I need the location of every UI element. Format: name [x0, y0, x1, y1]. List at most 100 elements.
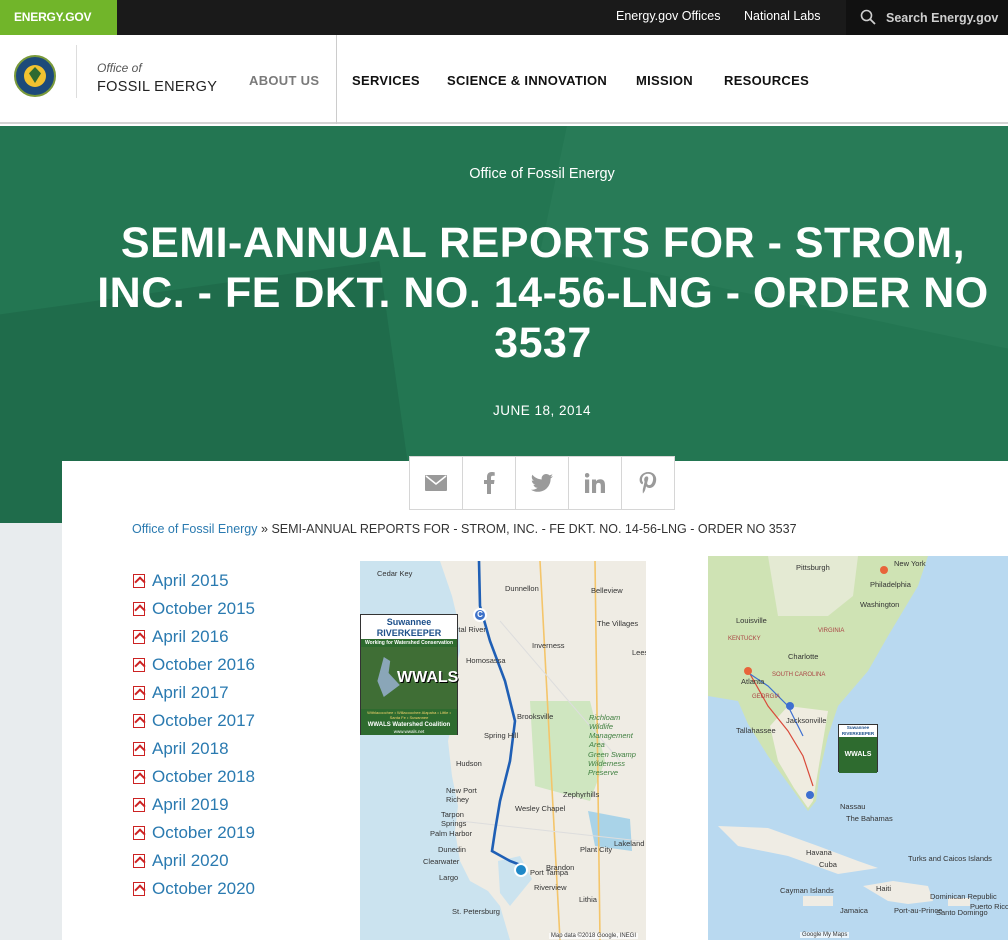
map-label: Louisville: [736, 616, 767, 625]
search-icon: [860, 9, 876, 25]
map-label: Lakeland: [614, 839, 645, 848]
share-twitter-button[interactable]: [516, 457, 569, 509]
map-label: Charlotte: [788, 652, 819, 661]
route-start-marker[interactable]: C: [473, 608, 487, 622]
regional-map[interactable]: Pittsburgh New York Philadelphia Washing…: [708, 556, 1008, 940]
wwals-rivers: Withlacoochee • Willacoochee Alapaha • L…: [361, 709, 457, 721]
pdf-icon: [133, 714, 145, 728]
nav-science-innovation[interactable]: SCIENCE & INNOVATION: [447, 73, 607, 88]
breadcrumb-home-link[interactable]: Office of Fossil Energy: [132, 522, 258, 536]
share-email-button[interactable]: [410, 457, 463, 509]
map-label: Clearwater: [423, 857, 460, 866]
report-link[interactable]: April 2019: [152, 795, 229, 815]
report-link[interactable]: April 2017: [152, 683, 229, 703]
wwals-wordmark: WWALS: [839, 737, 877, 773]
suwannee-riverkeeper-logo: Suwannee RIVERKEEPER WWALS: [838, 724, 878, 773]
wwals-url: www.wwals.net: [361, 729, 457, 735]
list-item: April 2015: [133, 567, 255, 595]
national-labs-link[interactable]: National Labs: [744, 0, 820, 35]
map-label: Inverness: [532, 641, 565, 650]
report-link[interactable]: October 2015: [152, 599, 255, 619]
map-label: GEORGIA: [752, 694, 781, 700]
list-item: October 2015: [133, 595, 255, 623]
nav-divider: [336, 35, 337, 124]
map-label: The Bahamas: [846, 814, 893, 823]
energy-gov-home-link[interactable]: ENERGY.GOV: [0, 0, 117, 35]
map-label: Palm Harbor: [430, 829, 473, 838]
map-label: St. Petersburg: [452, 907, 500, 916]
pdf-icon: [133, 742, 145, 756]
nav-mission[interactable]: MISSION: [636, 73, 693, 88]
energy-gov-offices-link[interactable]: Energy.gov Offices: [616, 0, 720, 35]
map-label: Belleview: [591, 586, 623, 595]
map-label: Nassau: [840, 802, 866, 811]
list-item: April 2019: [133, 791, 255, 819]
nav-about-us[interactable]: ABOUT US: [249, 73, 319, 88]
share-bar: [409, 456, 675, 510]
report-link[interactable]: April 2018: [152, 739, 229, 759]
map-label: Dunedin: [438, 845, 466, 854]
map-label: Atlanta: [741, 677, 765, 686]
pdf-icon: [133, 686, 145, 700]
map-label: Cuba: [819, 860, 837, 869]
pipeline-route-map[interactable]: C Cedar Key Dunnellon Belleview Crystal …: [360, 561, 646, 940]
map-label: Lithia: [579, 895, 597, 904]
map-label: Haiti: [876, 884, 892, 893]
map-label: Philadelphia: [870, 580, 911, 589]
map-label: Turks and Caicos Islands: [908, 854, 992, 863]
pdf-icon: [133, 574, 145, 588]
report-link[interactable]: October 2020: [152, 879, 255, 899]
map-label: Pittsburgh: [796, 563, 830, 572]
riverkeeper-title: Suwannee RIVERKEEPER: [361, 615, 457, 639]
wwals-coalition: WWALS Watershed Coalition: [361, 721, 457, 729]
site-search-input[interactable]: Search Energy.gov: [846, 0, 1008, 35]
breadcrumb-current: SEMI-ANNUAL REPORTS FOR - STROM, INC. - …: [271, 522, 797, 536]
list-item: October 2018: [133, 763, 255, 791]
map-attribution: Google My Maps: [800, 932, 850, 938]
site-header: Office of FOSSIL ENERGY ABOUT US SERVICE…: [0, 35, 1008, 124]
map-label: Jacksonville: [786, 716, 827, 725]
report-link[interactable]: October 2017: [152, 711, 255, 731]
nav-services[interactable]: SERVICES: [352, 73, 420, 88]
report-link[interactable]: April 2020: [152, 851, 229, 871]
list-item: October 2019: [133, 819, 255, 847]
pdf-icon: [133, 854, 145, 868]
pdf-icon: [133, 630, 145, 644]
share-linkedin-button[interactable]: [569, 457, 622, 509]
location-marker[interactable]: [880, 566, 888, 574]
location-marker[interactable]: [744, 667, 752, 675]
map-label: The Villages: [597, 619, 639, 628]
route-end-marker[interactable]: [514, 863, 528, 877]
map-label: Zephyrhills: [563, 790, 600, 799]
report-link[interactable]: October 2018: [152, 767, 255, 787]
facebook-icon: [484, 472, 495, 494]
map-label: Tarpon Springs: [441, 810, 467, 828]
report-link[interactable]: April 2016: [152, 627, 229, 647]
share-facebook-button[interactable]: [463, 457, 516, 509]
report-link[interactable]: October 2019: [152, 823, 255, 843]
list-item: October 2017: [133, 707, 255, 735]
map-label: Cayman Islands: [780, 886, 834, 895]
wwals-emblem: WWALS: [361, 647, 458, 709]
office-name-link[interactable]: FOSSIL ENERGY: [97, 79, 217, 95]
doe-seal-logo[interactable]: [14, 55, 56, 97]
report-link[interactable]: April 2015: [152, 571, 229, 591]
report-link[interactable]: October 2016: [152, 655, 255, 675]
map-label: Tallahassee: [736, 726, 776, 735]
list-item: October 2020: [133, 875, 255, 903]
location-marker[interactable]: [806, 791, 814, 799]
list-item: April 2020: [133, 847, 255, 875]
map-label: New York: [894, 559, 926, 568]
map-label: Cedar Key: [377, 569, 413, 578]
map-label: SOUTH CAROLINA: [772, 672, 826, 678]
report-list: April 2015 October 2015 April 2016 Octob…: [133, 567, 255, 903]
pdf-icon: [133, 602, 145, 616]
list-item: April 2016: [133, 623, 255, 651]
pdf-icon: [133, 798, 145, 812]
map-label: Puerto Rico: [970, 902, 1008, 911]
location-marker[interactable]: [786, 702, 794, 710]
nav-resources[interactable]: RESOURCES: [724, 73, 809, 88]
share-pinterest-button[interactable]: [622, 457, 674, 509]
riverkeeper-title: Suwannee RIVERKEEPER: [839, 725, 877, 737]
hero-kicker-link[interactable]: Office of Fossil Energy: [0, 166, 1008, 182]
